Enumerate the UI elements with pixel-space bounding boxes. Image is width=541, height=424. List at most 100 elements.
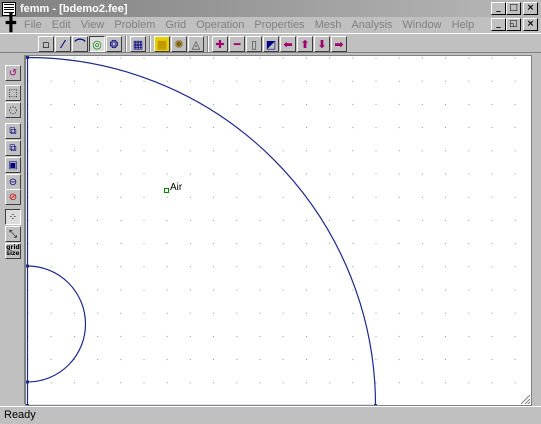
document-restore-button[interactable]: ◱: [506, 18, 521, 31]
grid-dot: [398, 219, 400, 221]
mesh-button[interactable]: ▩: [154, 36, 170, 52]
grid-dot: [421, 219, 423, 221]
grid-dot: [166, 335, 168, 337]
delete-button[interactable]: ⊘: [5, 189, 21, 205]
menu-help[interactable]: Help: [447, 19, 480, 31]
window-title: femm - [bdemo2.fee]: [20, 2, 128, 15]
grid-dot: [329, 266, 331, 268]
grid-dot: [398, 103, 400, 105]
grid-dot: [143, 150, 145, 152]
group-mode-button[interactable]: ❂: [106, 36, 122, 52]
zoom-page-button[interactable]: ▯: [246, 36, 262, 52]
menu-properties[interactable]: Properties: [249, 19, 309, 31]
grid-dot: [352, 196, 354, 198]
snap-grid-button[interactable]: ⤡: [5, 226, 21, 242]
zoom-out-button[interactable]: ━: [229, 36, 245, 52]
zoom-page-icon: ▯: [250, 37, 258, 51]
mirror-button[interactable]: ⊖: [5, 174, 21, 190]
grid-dot: [352, 219, 354, 221]
node-mode-button[interactable]: ▫: [38, 36, 54, 52]
grid-dot: [73, 312, 75, 314]
drawing-canvas[interactable]: Air: [25, 55, 532, 406]
grid-dot: [445, 312, 447, 314]
grid-dot: [352, 103, 354, 105]
grid-dot: [491, 173, 493, 175]
grid-dot: [97, 382, 99, 384]
grid-dot: [143, 127, 145, 129]
zoom-in-button[interactable]: ✚: [212, 36, 228, 52]
grid-dot: [73, 173, 75, 175]
close-button[interactable]: ×: [523, 2, 538, 15]
menu-edit[interactable]: Edit: [47, 19, 76, 31]
node-sphere-bottom[interactable]: [26, 380, 29, 384]
arc-segment-mode-button[interactable]: ⌒: [72, 36, 88, 52]
menu-analysis[interactable]: Analysis: [346, 19, 397, 31]
grid-dot: [514, 57, 516, 59]
analyze-button[interactable]: ✺: [171, 36, 187, 52]
mesh-icon: ▩: [156, 37, 168, 51]
scale-button[interactable]: ▣: [5, 157, 21, 173]
document-close-button[interactable]: ×: [523, 18, 538, 31]
menu-view[interactable]: View: [76, 19, 110, 31]
inner-sphere-arc[interactable]: [27, 265, 87, 383]
move-button[interactable]: ⧉: [5, 123, 21, 139]
grid-dot: [375, 127, 377, 129]
grid-dot: [491, 335, 493, 337]
view-results-button[interactable]: ◬: [188, 36, 204, 52]
menu-window[interactable]: Window: [397, 19, 446, 31]
property-table-icon: ▦: [132, 37, 144, 51]
grid-dot: [421, 57, 423, 59]
grid-dot: [468, 219, 470, 221]
grid-dot: [97, 196, 99, 198]
show-grid-button[interactable]: ⁘: [5, 209, 21, 225]
grid-dot: [236, 57, 238, 59]
pan-left-button[interactable]: ⬅: [280, 36, 296, 52]
menu-operation[interactable]: Operation: [191, 19, 249, 31]
document-system-menu-icon[interactable]: ╋: [3, 16, 19, 33]
minimize-button[interactable]: _: [491, 2, 506, 15]
grid-size-button[interactable]: grid size: [5, 243, 21, 259]
maximize-button[interactable]: □: [506, 2, 521, 15]
menu-file[interactable]: File: [19, 19, 47, 31]
grid-dot: [398, 266, 400, 268]
grid-dot: [143, 289, 145, 291]
grid-dot: [259, 196, 261, 198]
grid-dot: [305, 173, 307, 175]
grid-dot: [398, 335, 400, 337]
select-circle-button[interactable]: ◌: [5, 102, 21, 118]
block-label-node[interactable]: [164, 188, 169, 193]
property-table-button[interactable]: ▦: [130, 36, 146, 52]
segment-mode-button[interactable]: ⁄: [55, 36, 71, 52]
resize-grip[interactable]: [519, 393, 531, 405]
grid-dot: [352, 382, 354, 384]
grid-dot: [189, 80, 191, 82]
document-minimize-button[interactable]: _: [491, 18, 506, 31]
grid-dot: [73, 103, 75, 105]
select-window-button[interactable]: ⬚: [5, 85, 21, 101]
zoom-window-button[interactable]: ◩: [263, 36, 279, 52]
node-top[interactable]: [26, 56, 29, 59]
copy-button[interactable]: ⧉: [5, 140, 21, 156]
menu-mesh[interactable]: Mesh: [310, 19, 347, 31]
grid-dot: [236, 382, 238, 384]
menu-problem[interactable]: Problem: [109, 19, 160, 31]
grid-dot: [445, 266, 447, 268]
outer-boundary-arc[interactable]: [27, 56, 377, 406]
grid-dot: [236, 266, 238, 268]
undo-button[interactable]: ↺: [5, 65, 21, 81]
grid-dot: [329, 312, 331, 314]
menu-grid[interactable]: Grid: [160, 19, 191, 31]
pan-up-button[interactable]: ⬆: [297, 36, 313, 52]
grid-dot: [166, 127, 168, 129]
grid-dot: [375, 335, 377, 337]
block-label-mode-button[interactable]: ◎: [89, 36, 105, 52]
grid-dot: [421, 80, 423, 82]
grid-dot: [236, 103, 238, 105]
app-icon[interactable]: [2, 1, 16, 16]
grid-dot: [491, 103, 493, 105]
grid-dots: [27, 57, 516, 384]
pan-right-button[interactable]: ➡: [331, 36, 347, 52]
pan-down-button[interactable]: ⬇: [314, 36, 330, 52]
grid-dot: [213, 219, 215, 221]
node-sphere-top[interactable]: [26, 264, 29, 268]
